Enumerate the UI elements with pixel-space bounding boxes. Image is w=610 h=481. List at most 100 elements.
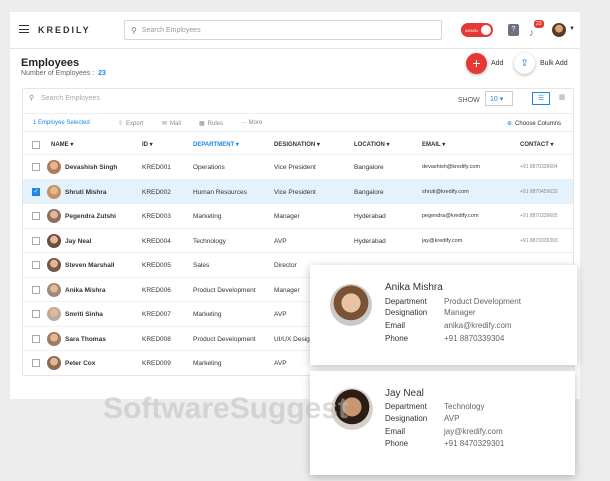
choose-columns-label: Choose Columns [515,121,562,127]
popup-email-label: Email [385,427,406,436]
popup-phone-label: Phone [385,334,409,343]
employee-name[interactable]: Sara Thomas [65,336,106,343]
cell-email: pegendra@kredify.com [422,213,479,219]
row-checkbox[interactable] [32,359,40,367]
cell-dept: Product Development [193,286,256,294]
add-label[interactable]: Add [491,60,503,67]
avatar[interactable] [47,307,61,321]
cell-phone: +91 8870339604 [520,164,558,170]
employee-count-text: Number of Employees : [21,70,95,77]
cell-id: KRED006 [142,286,171,294]
popup-name: Anika Mishra [385,282,443,293]
row-checkbox[interactable] [32,285,40,294]
popup-name: Jay Neal [385,388,424,399]
popup-designation-label: Designation [385,308,428,317]
choose-columns-button[interactable]: ⊕ Choose Columns [507,120,561,127]
list-view-icon[interactable]: ☰ [532,92,550,105]
select-all-checkbox[interactable] [32,141,40,149]
column-location[interactable]: LOCATION ▾ [354,141,390,148]
avatar[interactable] [47,209,61,223]
popup-email[interactable]: anika@kredify.com [444,321,512,330]
help-icon[interactable]: ? [508,24,519,36]
row-checkbox[interactable] [32,212,40,220]
cell-email: devashish@kredify.com [422,164,481,170]
employee-popup-jay: Jay Neal Department Technology Designati… [310,371,575,475]
chevron-down-icon[interactable]: ▼ [569,26,575,32]
cell-id: KRED009 [142,360,171,367]
cell-loc: Bangalore [354,188,384,196]
admin-toggle[interactable]: ADMIN [461,23,493,37]
table-row[interactable]: Pegendra Zutshi KRED003 Marketing Manager Hy… [23,203,573,227]
employee-name[interactable]: Pegendra Zutshi [65,213,116,220]
column-department[interactable]: DEPARTMENT ▾ [193,141,239,148]
employee-name[interactable]: Shruti Mishra [65,189,107,196]
cell-desig: AVP [274,360,287,367]
row-checkbox[interactable] [32,236,40,245]
table-header: NAME ▾ ID ▾ DEPARTMENT ▾ DESIGNATION ▾ L… [23,136,573,154]
avatar[interactable] [47,233,61,248]
column-email[interactable]: EMAIL ▾ [422,141,445,148]
employee-name[interactable]: Smriti Sinha [65,311,103,318]
plus-circle-icon: ⊕ [507,121,513,127]
cell-dept: Product Development [193,335,256,343]
avatar[interactable] [47,282,61,297]
page-size-select[interactable]: 10 ▾ [485,91,513,106]
popup-email[interactable]: jay@kredify.com [444,427,503,436]
avatar[interactable] [47,356,61,370]
row-checkbox[interactable] [32,334,40,343]
table-search-placeholder: Search Employees [41,95,100,102]
bulk-add-label[interactable]: Bulk Add [540,60,568,67]
mail-button[interactable]: ✉ Mail [162,120,181,127]
popup-department-label: Department [385,297,427,306]
popup-phone: +91 8870339304 [444,334,505,343]
cell-desig: Director [274,262,297,269]
notification-badge: 23 [534,20,544,28]
row-checkbox[interactable] [32,163,40,171]
employee-name[interactable]: Anika Mishra [65,287,105,294]
cell-phone: +91 8870459632 [520,188,558,195]
hamburger-icon[interactable] [19,25,29,33]
row-checkbox[interactable] [32,310,40,318]
grid-view-icon[interactable]: ▦ [553,92,571,105]
popup-designation: Manager [444,308,476,317]
avatar[interactable] [552,23,566,37]
cell-desig: Vice President [274,188,316,196]
column-id[interactable]: ID ▾ [142,141,153,148]
row-checkbox[interactable] [32,261,40,269]
cell-desig: AVP [274,237,287,245]
page-title: Employees [21,57,80,69]
rules-button[interactable]: ▦ Rules [199,120,223,127]
column-contact[interactable]: CONTACT ▾ [520,141,554,148]
employee-name[interactable]: Peter Cox [65,360,95,367]
avatar[interactable] [47,258,61,272]
cell-desig: Vice President [274,164,316,171]
mail-label: Mail [170,121,182,127]
search-icon: ⚲ [131,25,137,35]
avatar[interactable] [47,184,61,199]
cell-dept: Marketing [193,360,222,367]
bulk-add-button[interactable]: ⇪ [514,53,535,74]
column-designation[interactable]: DESIGNATION ▾ [274,141,320,148]
column-name[interactable]: NAME ▾ [51,141,73,148]
employee-name[interactable]: Steven Marshall [65,262,115,269]
global-search-input[interactable]: ⚲ Search Employees [124,20,442,40]
export-button[interactable]: ⇧ Export [118,120,143,127]
table-row[interactable]: Jay Neal KRED004 Technology AVP Hyderabad jay… [23,227,573,252]
more-button[interactable]: ··· More [241,120,262,126]
cell-id: KRED001 [142,164,171,171]
table-row[interactable]: ✓ Shruti Mishra KRED002 Human Resources Vice… [23,178,573,203]
popup-designation: AVP [444,414,460,423]
employee-name[interactable]: Jay Neal [65,238,91,245]
avatar[interactable] [47,331,61,346]
cell-loc: Hyderabad [354,213,386,220]
cell-desig: UI/UX Design [274,335,314,343]
add-employee-button[interactable]: + [466,53,487,74]
cell-id: KRED007 [142,311,171,318]
table-row[interactable]: Devashish Singh KRED001 Operations Vice Pre… [23,154,573,178]
row-checkbox[interactable]: ✓ [32,187,40,196]
table-search-input[interactable]: ⚲ Search Employees [29,94,100,102]
cell-id: KRED008 [142,335,171,343]
avatar[interactable] [47,160,61,174]
employee-name[interactable]: Devashish Singh [65,164,117,171]
cell-id: KRED005 [142,262,171,269]
